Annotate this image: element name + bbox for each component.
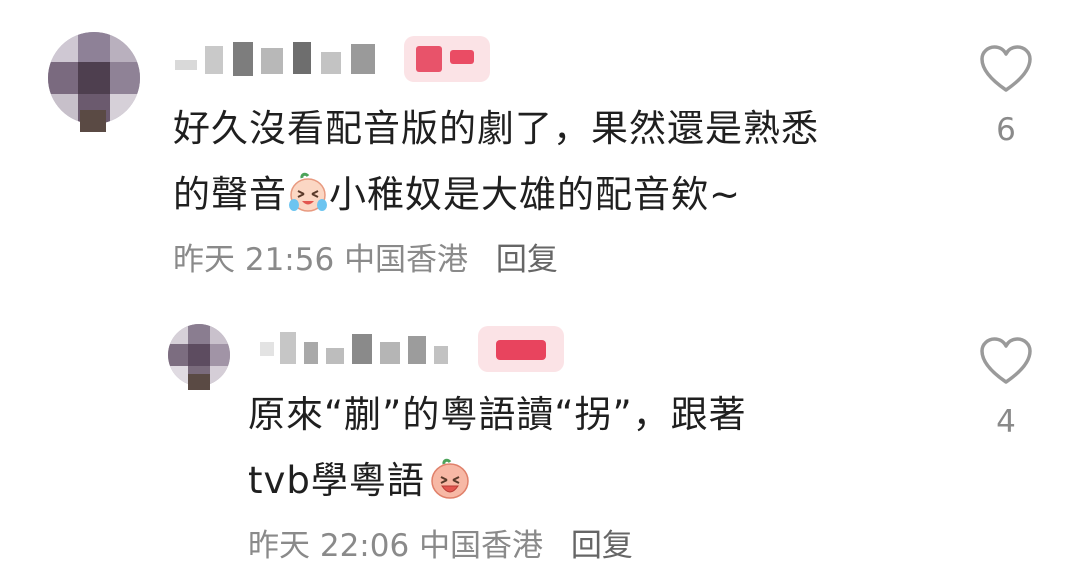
- comment-time: 昨天 21:56: [173, 242, 335, 278]
- heart-icon[interactable]: [979, 44, 1033, 94]
- reply-comment-item: 原來“蒯”的粵語讀“拐”，跟著 tvb學粵語 昨天 22:06 中国香港 回复 …: [0, 290, 1080, 565]
- like-count: 6: [996, 112, 1016, 148]
- comment-text: 好久沒看配音版的劇了，果然還是熟悉 的聲音 小稚奴是大雄的配音欸~: [173, 107, 819, 216]
- avatar-decoration: [188, 374, 210, 390]
- like-button[interactable]: 6: [976, 44, 1036, 148]
- reply-button[interactable]: 回复: [571, 528, 633, 564]
- comment-meta: 昨天 22:06 中国香港 回复: [248, 520, 633, 565]
- grinning-face-icon: [431, 458, 469, 499]
- heart-icon[interactable]: [979, 336, 1033, 386]
- username-blurred[interactable]: [175, 38, 395, 82]
- comment-location: 中国香港: [419, 528, 544, 564]
- reply-button[interactable]: 回复: [496, 242, 558, 278]
- username-blurred[interactable]: [260, 328, 470, 372]
- like-button[interactable]: 4: [976, 336, 1036, 440]
- user-badge: [478, 326, 564, 372]
- like-count: 4: [996, 404, 1016, 440]
- comment-meta: 昨天 21:56 中国香港 回复: [173, 234, 558, 279]
- comment-text: 原來“蒯”的粵語讀“拐”，跟著 tvb學粵語: [248, 393, 747, 502]
- comment-time: 昨天 22:06: [248, 528, 410, 564]
- user-badge: [404, 36, 490, 82]
- laugh-cry-face-icon: [289, 172, 327, 212]
- comment-location: 中国香港: [344, 242, 469, 278]
- comment-item: 好久沒看配音版的劇了，果然還是熟悉 的聲音 小稚奴是大雄的配音欸~ 昨天 21:…: [0, 0, 1080, 290]
- avatar-decoration: [80, 110, 106, 132]
